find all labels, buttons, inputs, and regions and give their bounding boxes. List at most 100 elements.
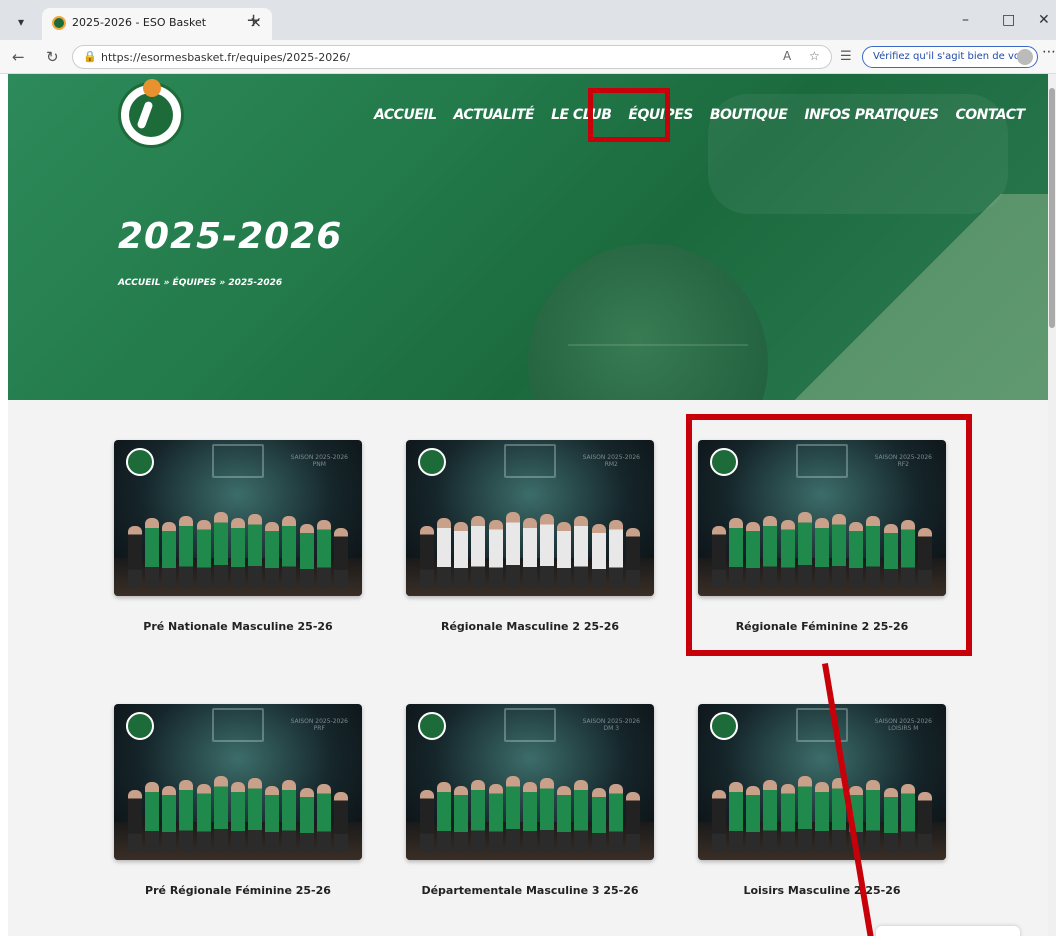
player-figure: [230, 782, 245, 852]
club-logo-icon: [710, 712, 738, 740]
page-title: 2025-2026: [118, 216, 343, 257]
collections-icon[interactable]: ☰: [840, 49, 852, 64]
breadcrumb[interactable]: ACCUEIL » ÉQUIPES » 2025-2026: [118, 278, 282, 288]
lock-icon[interactable]: 🔒: [83, 50, 97, 63]
back-icon[interactable]: ←: [12, 48, 25, 66]
player-figure: [540, 514, 555, 588]
players-row: [128, 766, 348, 852]
team-photo[interactable]: SAISON 2025-2026 PNM: [114, 440, 362, 596]
player-figure: [213, 776, 228, 852]
minimize-icon[interactable]: –: [962, 12, 969, 28]
players-row: [128, 502, 348, 588]
basketball-seam: [568, 344, 748, 346]
player-figure: [712, 790, 726, 852]
season-text: SAISON 2025-2026: [582, 718, 640, 725]
season-text: SAISON 2025-2026: [290, 718, 348, 725]
player-figure: [471, 516, 486, 588]
player-figure: [488, 784, 503, 852]
nav-actualite[interactable]: ACTUALITÉ: [454, 107, 535, 123]
team-name[interactable]: Loisirs Masculine 2 25-26: [698, 884, 946, 897]
players-row: [712, 766, 932, 852]
player-figure: [574, 516, 589, 588]
player-figure: [797, 776, 812, 852]
player-figure: [505, 776, 520, 852]
player-figure: [248, 778, 263, 852]
team-name[interactable]: Départementale Masculine 3 25-26: [406, 884, 654, 897]
tab-title: 2025-2026 - ESO Basket: [72, 16, 207, 29]
hero-light-shape: [748, 194, 1048, 400]
player-figure: [282, 780, 297, 852]
player-figure: [608, 520, 623, 588]
player-figure: [333, 528, 348, 588]
player-figure: [557, 522, 572, 588]
player-figure: [437, 518, 452, 588]
club-logo-icon: [126, 448, 154, 476]
browser-tab[interactable]: 2025-2026 - ESO Basket ×: [42, 8, 272, 40]
verify-profile-button[interactable]: Vérifiez qu'il s'agit bien de vous: [862, 46, 1038, 68]
player-figure: [333, 792, 348, 852]
players-row: [420, 502, 640, 588]
player-figure: [917, 792, 932, 852]
team-name[interactable]: Régionale Masculine 2 25-26: [406, 620, 654, 633]
player-figure: [282, 516, 297, 588]
web-page: ACCUEIL ACTUALITÉ LE CLUB ÉQUIPES BOUTIQUE IN…: [8, 74, 1048, 936]
player-figure: [625, 528, 640, 588]
scrollbar[interactable]: [1048, 74, 1056, 936]
scrollbar-thumb[interactable]: [1049, 88, 1055, 328]
season-label: SAISON 2025-2026 LOISIRS M: [875, 718, 932, 732]
basket-hoop-icon: [212, 444, 264, 478]
favorite-icon[interactable]: ☆: [809, 49, 820, 63]
close-icon[interactable]: ✕: [1038, 12, 1050, 28]
season-label: SAISON 2025-2026 PRF: [291, 718, 348, 732]
team-photo[interactable]: SAISON 2025-2026 LOISIRS M: [698, 704, 946, 860]
player-figure: [145, 518, 160, 588]
player-figure: [454, 522, 469, 588]
tab-list-icon[interactable]: ▾: [10, 12, 32, 32]
club-logo-icon: [126, 712, 154, 740]
team-name[interactable]: Pré Régionale Féminine 25-26: [114, 884, 362, 897]
player-figure: [265, 786, 280, 852]
card-highlight-box: [686, 414, 972, 656]
club-logo-icon: [418, 712, 446, 740]
player-figure: [866, 780, 881, 852]
player-figure: [299, 788, 314, 852]
tab-strip: ▾ 2025-2026 - ESO Basket × + – □ ✕: [0, 0, 1056, 40]
main-nav: ACCUEIL ACTUALITÉ LE CLUB ÉQUIPES BOUTIQUE IN…: [374, 104, 1042, 128]
player-figure: [299, 524, 314, 588]
nav-infos-pratiques[interactable]: INFOS PRATIQUES: [804, 107, 939, 123]
url-text[interactable]: https://esormesbasket.fr/equipes/2025-20…: [101, 51, 350, 64]
player-figure: [488, 520, 503, 588]
player-figure: [471, 780, 486, 852]
chat-widget[interactable]: [876, 926, 1020, 936]
player-figure: [522, 518, 537, 588]
player-figure: [505, 512, 520, 588]
team-photo[interactable]: SAISON 2025-2026 DM 3: [406, 704, 654, 860]
season-label: SAISON 2025-2026 DM 3: [583, 718, 640, 732]
team-photo[interactable]: SAISON 2025-2026 RM2: [406, 440, 654, 596]
read-aloud-icon[interactable]: A: [783, 49, 791, 63]
club-logo[interactable]: [118, 79, 184, 148]
maximize-icon[interactable]: □: [1002, 12, 1015, 28]
basket-hoop-icon: [212, 708, 264, 742]
address-bar: ← ↻ 🔒 https://esormesbasket.fr/equipes/2…: [0, 40, 1056, 74]
new-tab-icon[interactable]: +: [246, 10, 261, 31]
player-figure: [196, 520, 211, 588]
nav-accueil[interactable]: ACCUEIL: [374, 107, 437, 123]
player-figure: [763, 780, 778, 852]
player-figure: [128, 790, 142, 852]
team-photo[interactable]: SAISON 2025-2026 PRF: [114, 704, 362, 860]
nav-contact[interactable]: CONTACT: [955, 107, 1025, 123]
player-figure: [230, 518, 245, 588]
team-code: PNM: [312, 461, 326, 468]
season-label: SAISON 2025-2026 RM2: [583, 454, 640, 468]
url-input[interactable]: 🔒 https://esormesbasket.fr/equipes/2025-…: [72, 45, 832, 69]
more-icon[interactable]: ⋯: [1042, 44, 1056, 60]
site-favicon-icon: [52, 16, 66, 30]
players-row: [420, 766, 640, 852]
hero-banner: ACCUEIL ACTUALITÉ LE CLUB ÉQUIPES BOUTIQUE IN…: [8, 74, 1048, 400]
refresh-icon[interactable]: ↻: [46, 48, 59, 66]
player-figure: [179, 780, 194, 852]
nav-boutique[interactable]: BOUTIQUE: [710, 107, 788, 123]
player-figure: [162, 786, 177, 852]
team-name[interactable]: Pré Nationale Masculine 25-26: [114, 620, 362, 633]
